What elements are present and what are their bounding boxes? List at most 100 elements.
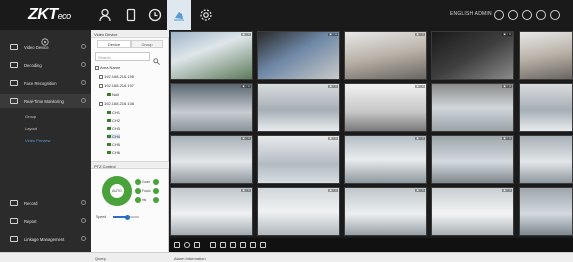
tab-group[interactable]: Group (131, 40, 163, 48)
video-tile[interactable]: ▣ ○ ✕ (170, 31, 253, 80)
info-icon[interactable] (508, 10, 518, 20)
layout-25-icon[interactable] (250, 242, 256, 248)
nav-item-linkage-management[interactable]: Linkage Management (0, 232, 91, 246)
tile-control-icons[interactable]: ▣ ○ ✕ (415, 137, 425, 140)
power-icon[interactable] (550, 10, 560, 20)
nav-item-real-time-monitoring[interactable]: Real-Time Monitoring (0, 94, 91, 108)
video-tile[interactable]: ▣ ○ ✕ (431, 135, 514, 184)
layout-16-icon[interactable] (240, 242, 246, 248)
tree-node-device[interactable]: 192.168.216.195 (99, 74, 134, 79)
nav-sub-layout[interactable]: Layout (25, 126, 37, 131)
video-tile[interactable]: ▣ ○ ✕ (431, 83, 514, 132)
ptz-auto-button[interactable]: AUTO (110, 184, 124, 198)
checkbox[interactable] (95, 65, 99, 70)
nav-item-decoding[interactable]: Decoding (0, 58, 91, 72)
tile-control-icons[interactable]: ▣ ○ ✕ (241, 33, 251, 36)
video-tile[interactable]: ▣ ○ ✕ (344, 31, 427, 80)
tree-node-channel-selected[interactable]: CH4 (107, 134, 121, 139)
capture-icon[interactable] (174, 242, 180, 248)
tile-control-icons[interactable]: ▣ ○ ✕ (328, 85, 338, 88)
video-tile[interactable]: ▣ ○ ✕ (170, 187, 253, 236)
speed-slider-handle[interactable] (124, 214, 130, 220)
tile-control-icons[interactable]: ▣ ○ ✕ (502, 189, 512, 192)
zoom-in-button[interactable] (135, 179, 141, 185)
focus-label: Focus (142, 189, 151, 193)
tile-control-icons[interactable]: ▣ ○ ✕ (328, 33, 338, 36)
tree-node-channel[interactable]: CH2 (107, 118, 120, 123)
layout-9-icon[interactable] (230, 242, 236, 248)
focus-near-button[interactable] (135, 188, 141, 194)
tile-control-icons[interactable]: ▣ ○ ✕ (241, 85, 251, 88)
help-icon[interactable] (536, 10, 546, 20)
video-tile[interactable] (519, 31, 573, 80)
fullscreen-icon[interactable] (260, 242, 266, 248)
nav-item-record[interactable]: Record (0, 196, 91, 210)
video-tile[interactable] (519, 187, 573, 236)
checkbox[interactable] (99, 83, 103, 88)
ptz-control-title: PTZ Control (91, 161, 169, 169)
iris-open-button[interactable] (135, 197, 141, 203)
tree-node-channel[interactable]: CH3 (107, 126, 120, 131)
nav-sub-video-preview[interactable]: Video Preview (25, 138, 51, 143)
tree-node-channel[interactable]: CH1 (107, 110, 120, 115)
video-tile[interactable]: ▣ ○ ✕ (431, 187, 514, 236)
tablet-icon[interactable] (124, 8, 138, 22)
checkbox[interactable] (99, 74, 103, 79)
camera-icon (107, 135, 111, 138)
video-tile[interactable]: ▣ ○ ✕ (257, 83, 340, 132)
iris-close-button[interactable] (153, 197, 159, 203)
video-tile[interactable]: ▣ ○ ✕ (344, 135, 427, 184)
tree-node-channel[interactable]: CH5 (107, 142, 120, 147)
tile-control-icons[interactable]: ▣ ○ ✕ (328, 189, 338, 192)
video-tile[interactable]: ▣ ○ ✕ (257, 135, 340, 184)
video-tile[interactable]: ▣ ○ ✕ (257, 187, 340, 236)
nav-item-face-recognition[interactable]: Face Recognition (0, 76, 91, 90)
video-tile[interactable]: ▣ ○ ✕ (170, 83, 253, 132)
tab-device[interactable]: Device (97, 40, 131, 48)
video-tile[interactable]: ▣ ○ ✕ (257, 31, 340, 80)
stop-icon[interactable] (194, 242, 200, 248)
tile-control-icons[interactable]: ▣ ○ ✕ (502, 33, 512, 36)
user-icon[interactable] (98, 8, 112, 22)
search-icon[interactable] (153, 52, 160, 65)
layout-4-icon[interactable] (220, 242, 226, 248)
tile-control-icons[interactable]: ▣ ○ ✕ (415, 85, 425, 88)
globe-icon[interactable] (494, 10, 504, 20)
focus-far-button[interactable] (153, 188, 159, 194)
checkbox[interactable] (99, 101, 103, 106)
tree-node-device[interactable]: 192.168.216.108 (99, 101, 134, 106)
zoom-out-button[interactable] (153, 179, 159, 185)
tree-node-channel[interactable]: CH6 (107, 150, 120, 155)
nav-item-video-device[interactable]: Video Device (0, 40, 91, 54)
video-tile[interactable]: ▣ ○ ✕ (170, 135, 253, 184)
tile-control-icons[interactable]: ▣ ○ ✕ (241, 137, 251, 140)
video-tile[interactable] (519, 83, 573, 132)
tile-control-icons[interactable]: ▣ ○ ✕ (415, 189, 425, 192)
query-label[interactable]: Query (95, 256, 106, 261)
tile-control-icons[interactable]: ▣ ○ ✕ (328, 137, 338, 140)
video-tile[interactable]: ▣ ○ ✕ (431, 31, 514, 80)
tree-node-root[interactable]: Area Name (95, 65, 120, 70)
camera-icon (107, 151, 111, 154)
tile-control-icons[interactable]: ▣ ○ ✕ (502, 137, 512, 140)
video-tile[interactable]: ▣ ○ ✕ (344, 187, 427, 236)
video-tile[interactable] (519, 135, 573, 184)
device-search-input[interactable]: Search (95, 52, 150, 61)
clock-icon[interactable] (148, 8, 162, 22)
tree-node-channel[interactable]: Null (107, 92, 119, 97)
user-language-label[interactable]: ENGLISH ADMIN (450, 11, 492, 17)
settings-icon[interactable] (522, 10, 532, 20)
tile-control-icons[interactable]: ▣ ○ ✕ (241, 189, 251, 192)
tile-control-icons[interactable]: ▣ ○ ✕ (415, 33, 425, 36)
tree-node-device[interactable]: 192.168.216.197 (99, 83, 134, 88)
layout-1-icon[interactable] (210, 242, 216, 248)
video-tile[interactable]: ▣ ○ ✕ (344, 83, 427, 132)
tab-video-active[interactable] (167, 0, 191, 30)
record-icon[interactable] (184, 242, 190, 248)
gear-icon[interactable] (199, 8, 213, 22)
nav-item-report[interactable]: Report (0, 214, 91, 228)
speed-slider[interactable] (113, 214, 139, 220)
tile-control-icons[interactable]: ▣ ○ ✕ (502, 85, 512, 88)
nav-sub-group[interactable]: Group (25, 114, 36, 119)
alarm-information-label[interactable]: Alarm Information (174, 256, 206, 261)
